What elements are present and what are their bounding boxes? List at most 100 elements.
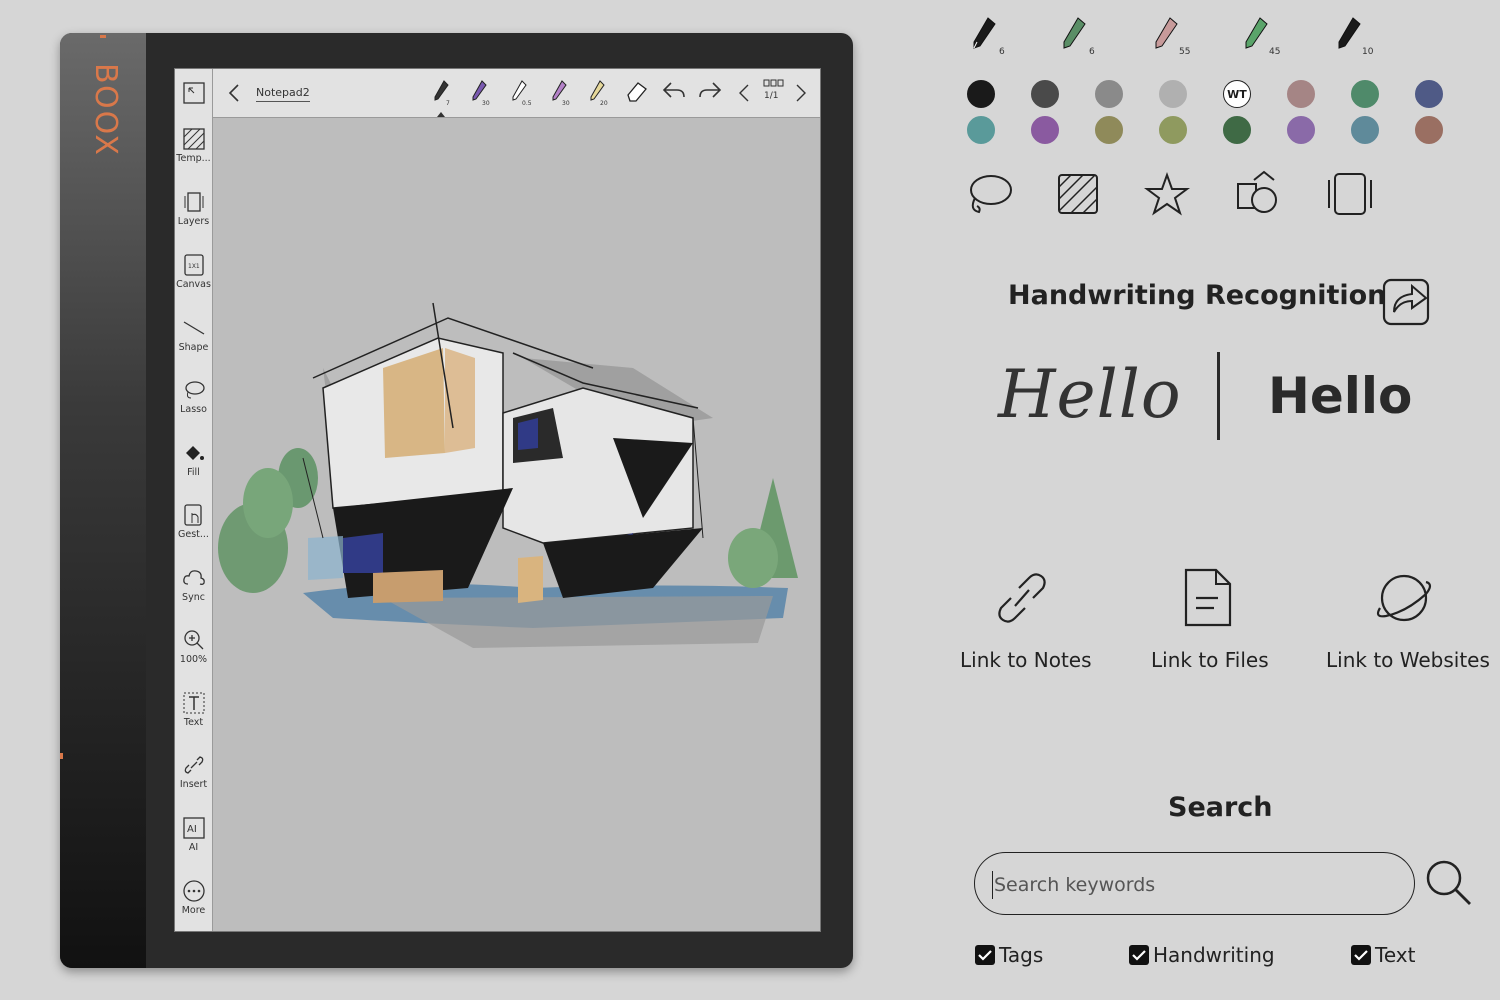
color-swatch[interactable]	[1095, 80, 1123, 108]
convert-share-icon[interactable]	[1382, 276, 1432, 326]
color-swatch[interactable]	[1415, 116, 1443, 144]
planet-icon[interactable]	[1376, 570, 1432, 626]
edge-mark	[100, 35, 106, 38]
sidebar-item-label: AI	[188, 842, 199, 853]
edge-mark	[60, 753, 63, 759]
page-grid-icon[interactable]	[763, 79, 785, 89]
sidebar-item-label: Shape	[178, 342, 209, 353]
sidebar-item-label: More	[181, 905, 206, 916]
color-swatch[interactable]	[1031, 80, 1059, 108]
highlighter-icon[interactable]: 20	[586, 79, 610, 107]
shapes-icon[interactable]	[1234, 170, 1282, 216]
sidebar-item-zoom[interactable]: 100%	[175, 628, 212, 665]
file-icon[interactable]	[1180, 568, 1236, 628]
sidebar-item-lasso[interactable]: Lasso	[175, 378, 212, 415]
pen-option-2[interactable]: 6	[1058, 16, 1098, 62]
sidebar-item-text[interactable]: Text	[175, 691, 212, 728]
sidebar-item-label: 100%	[179, 654, 208, 665]
color-swatch[interactable]	[1031, 116, 1059, 144]
expand-button[interactable]	[175, 81, 212, 105]
recognized-text: Hello	[1268, 367, 1413, 425]
divider	[1217, 352, 1220, 440]
color-swatch[interactable]	[967, 80, 995, 108]
pen-option-1[interactable]: 6	[968, 16, 1008, 62]
undo-icon[interactable]	[661, 79, 687, 103]
sidebar-item-sync[interactable]: Sync	[175, 566, 212, 603]
template-icon	[182, 128, 205, 150]
color-swatch[interactable]	[1159, 80, 1187, 108]
pen-3-icon[interactable]: 0.5	[508, 79, 532, 107]
sidebar-item-insert[interactable]: Insert	[175, 753, 212, 790]
sidebar-item-gesture[interactable]: Gest...	[175, 503, 212, 540]
sidebar-item-label: Temp...	[176, 153, 211, 164]
color-swatch[interactable]	[1223, 116, 1251, 144]
pen-1-icon[interactable]: 7	[430, 79, 452, 107]
color-swatch[interactable]	[1159, 116, 1187, 144]
sidebar-item-label: Gest...	[178, 529, 209, 540]
link-to-notes-label[interactable]: Link to Notes	[960, 648, 1092, 672]
notebook-title[interactable]: Notepad2	[256, 86, 310, 102]
color-swatch-white[interactable]: WT	[1223, 80, 1251, 108]
sidebar-item-layers[interactable]: Layers	[175, 190, 212, 227]
color-swatch[interactable]	[1351, 116, 1379, 144]
filter-handwriting-checkbox[interactable]: Handwriting	[1129, 943, 1275, 967]
eraser-icon[interactable]	[624, 79, 650, 105]
link-to-websites-label[interactable]: Link to Websites	[1326, 648, 1490, 672]
template-icon[interactable]	[1057, 173, 1099, 215]
canvas-icon: 1X1	[183, 254, 204, 276]
search-icon[interactable]	[1424, 858, 1474, 908]
device-screen: Notepad2 7 30 0.5 30 20 1/1 Temp... Laye…	[174, 68, 821, 932]
text-icon	[183, 692, 204, 714]
sidebar-item-shape[interactable]: Shape	[175, 316, 212, 353]
ereader-device: BOOX Notepad2 7 30 0.5 30 20 1/1 Temp...…	[60, 33, 853, 968]
svg-text:45: 45	[1269, 47, 1280, 57]
sidebar-item-ai[interactable]: AI AI	[175, 816, 212, 853]
sidebar-item-template[interactable]: Temp...	[175, 127, 212, 164]
back-icon[interactable]	[227, 83, 241, 103]
color-swatch[interactable]	[1095, 116, 1123, 144]
sidebar-item-more[interactable]: More	[175, 879, 212, 916]
checkbox-checked-icon	[975, 945, 995, 965]
sidebar-item-label: Layers	[177, 216, 210, 227]
chain-link-icon[interactable]	[993, 568, 1051, 628]
search-input[interactable]	[992, 871, 1396, 899]
color-swatch[interactable]	[1287, 80, 1315, 108]
svg-text:0.5: 0.5	[522, 100, 532, 107]
filter-text-checkbox[interactable]: Text	[1351, 943, 1415, 967]
filter-tags-checkbox[interactable]: Tags	[975, 943, 1043, 967]
page-indicator: 1/1	[764, 91, 779, 101]
pen-option-4[interactable]: 45	[1240, 16, 1282, 62]
gesture-icon	[183, 504, 202, 526]
sidebar-item-label: Lasso	[180, 404, 207, 415]
layers-icon[interactable]	[1326, 172, 1374, 216]
drawing-canvas[interactable]	[213, 118, 819, 930]
color-swatch[interactable]	[1415, 80, 1443, 108]
device-bezel	[60, 33, 146, 968]
search-box	[974, 852, 1415, 915]
link-to-files-label[interactable]: Link to Files	[1151, 648, 1269, 672]
highlighter-icon: 45	[1245, 17, 1280, 57]
color-swatch[interactable]	[1351, 80, 1379, 108]
color-swatch[interactable]	[1287, 116, 1315, 144]
prev-page-icon[interactable]	[737, 83, 751, 103]
sidebar-item-label: Text	[183, 717, 204, 728]
insert-link-icon	[184, 756, 203, 774]
fountain-pen-icon: 6	[1063, 17, 1095, 57]
pen-4-icon[interactable]: 30	[548, 79, 572, 107]
svg-text:6: 6	[999, 47, 1005, 57]
tool-sidebar: Temp... Layers 1X1 Canvas Shape Lasso Fi…	[175, 69, 213, 931]
star-shape-icon[interactable]	[1144, 172, 1190, 216]
pen-2-icon[interactable]: 30	[468, 79, 492, 107]
next-page-icon[interactable]	[794, 83, 808, 103]
pen-option-3[interactable]: 55	[1150, 16, 1192, 62]
redo-icon[interactable]	[697, 79, 723, 103]
more-icon	[182, 880, 205, 902]
pen-option-5[interactable]: 10	[1333, 16, 1375, 62]
note-toolbar: Notepad2 7 30 0.5 30 20 1/1	[175, 69, 820, 118]
zoom-icon	[183, 630, 203, 650]
lasso-icon[interactable]	[967, 172, 1013, 216]
layers-icon	[184, 192, 203, 212]
color-swatch[interactable]	[967, 116, 995, 144]
sidebar-item-fill[interactable]: Fill	[175, 441, 212, 478]
sidebar-item-canvas[interactable]: 1X1 Canvas	[175, 253, 212, 290]
